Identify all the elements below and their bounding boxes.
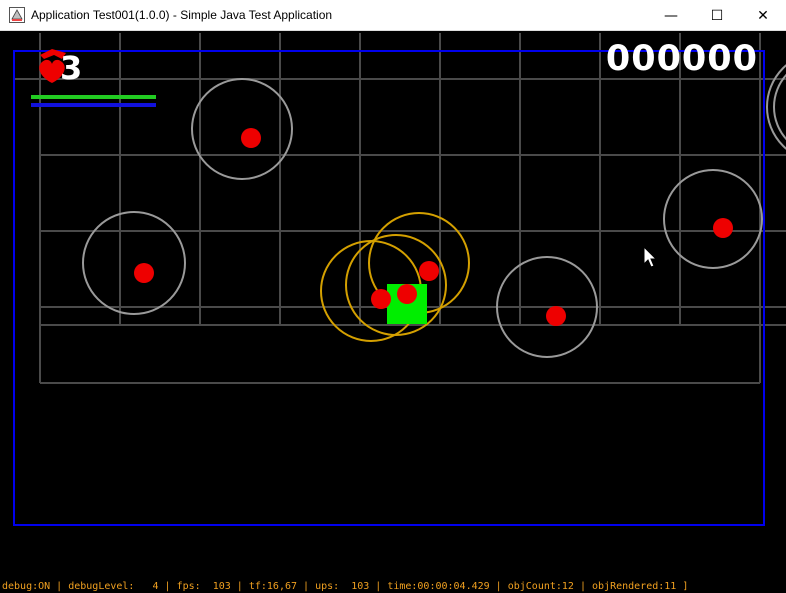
debug-status-line: debug:ON | debugLevel: 4 | fps: 103 | tf…	[2, 581, 689, 592]
enemy-ball	[134, 263, 154, 283]
enemies	[134, 128, 733, 326]
window-title: Application Test001(1.0.0) - Simple Java…	[31, 8, 333, 22]
game-canvas[interactable]: 3 000000 debug:ON | debugLevel: 4 | fps:…	[0, 31, 786, 593]
enemy-ring	[82, 211, 186, 315]
enemy-ball	[546, 306, 566, 326]
enemy-ring	[663, 169, 763, 269]
close-icon: ✕	[757, 7, 769, 24]
java-app-icon	[9, 7, 25, 23]
game-scene	[13, 33, 786, 526]
enemy-ball	[241, 128, 261, 148]
score-counter: 000000	[605, 39, 758, 79]
minimize-icon: —	[664, 7, 678, 24]
enemy-ring	[766, 64, 786, 150]
minimize-button[interactable]: —	[648, 0, 694, 31]
enemy-ball	[713, 218, 733, 238]
window-titlebar[interactable]: Application Test001(1.0.0) - Simple Java…	[0, 0, 786, 31]
energy-bar	[31, 103, 156, 107]
enemy-ring	[773, 73, 786, 141]
enemy-ball	[371, 289, 391, 309]
lives-counter: 3	[60, 49, 83, 87]
maximize-icon: ☐	[710, 7, 724, 24]
close-button[interactable]: ✕	[740, 0, 786, 31]
mouse-pointer-icon	[643, 245, 658, 268]
maximize-button[interactable]: ☐	[694, 0, 740, 31]
enemy-ring	[191, 78, 293, 180]
health-bar	[31, 95, 156, 99]
enemy-ball	[397, 284, 417, 304]
enemy-ball	[419, 261, 439, 281]
